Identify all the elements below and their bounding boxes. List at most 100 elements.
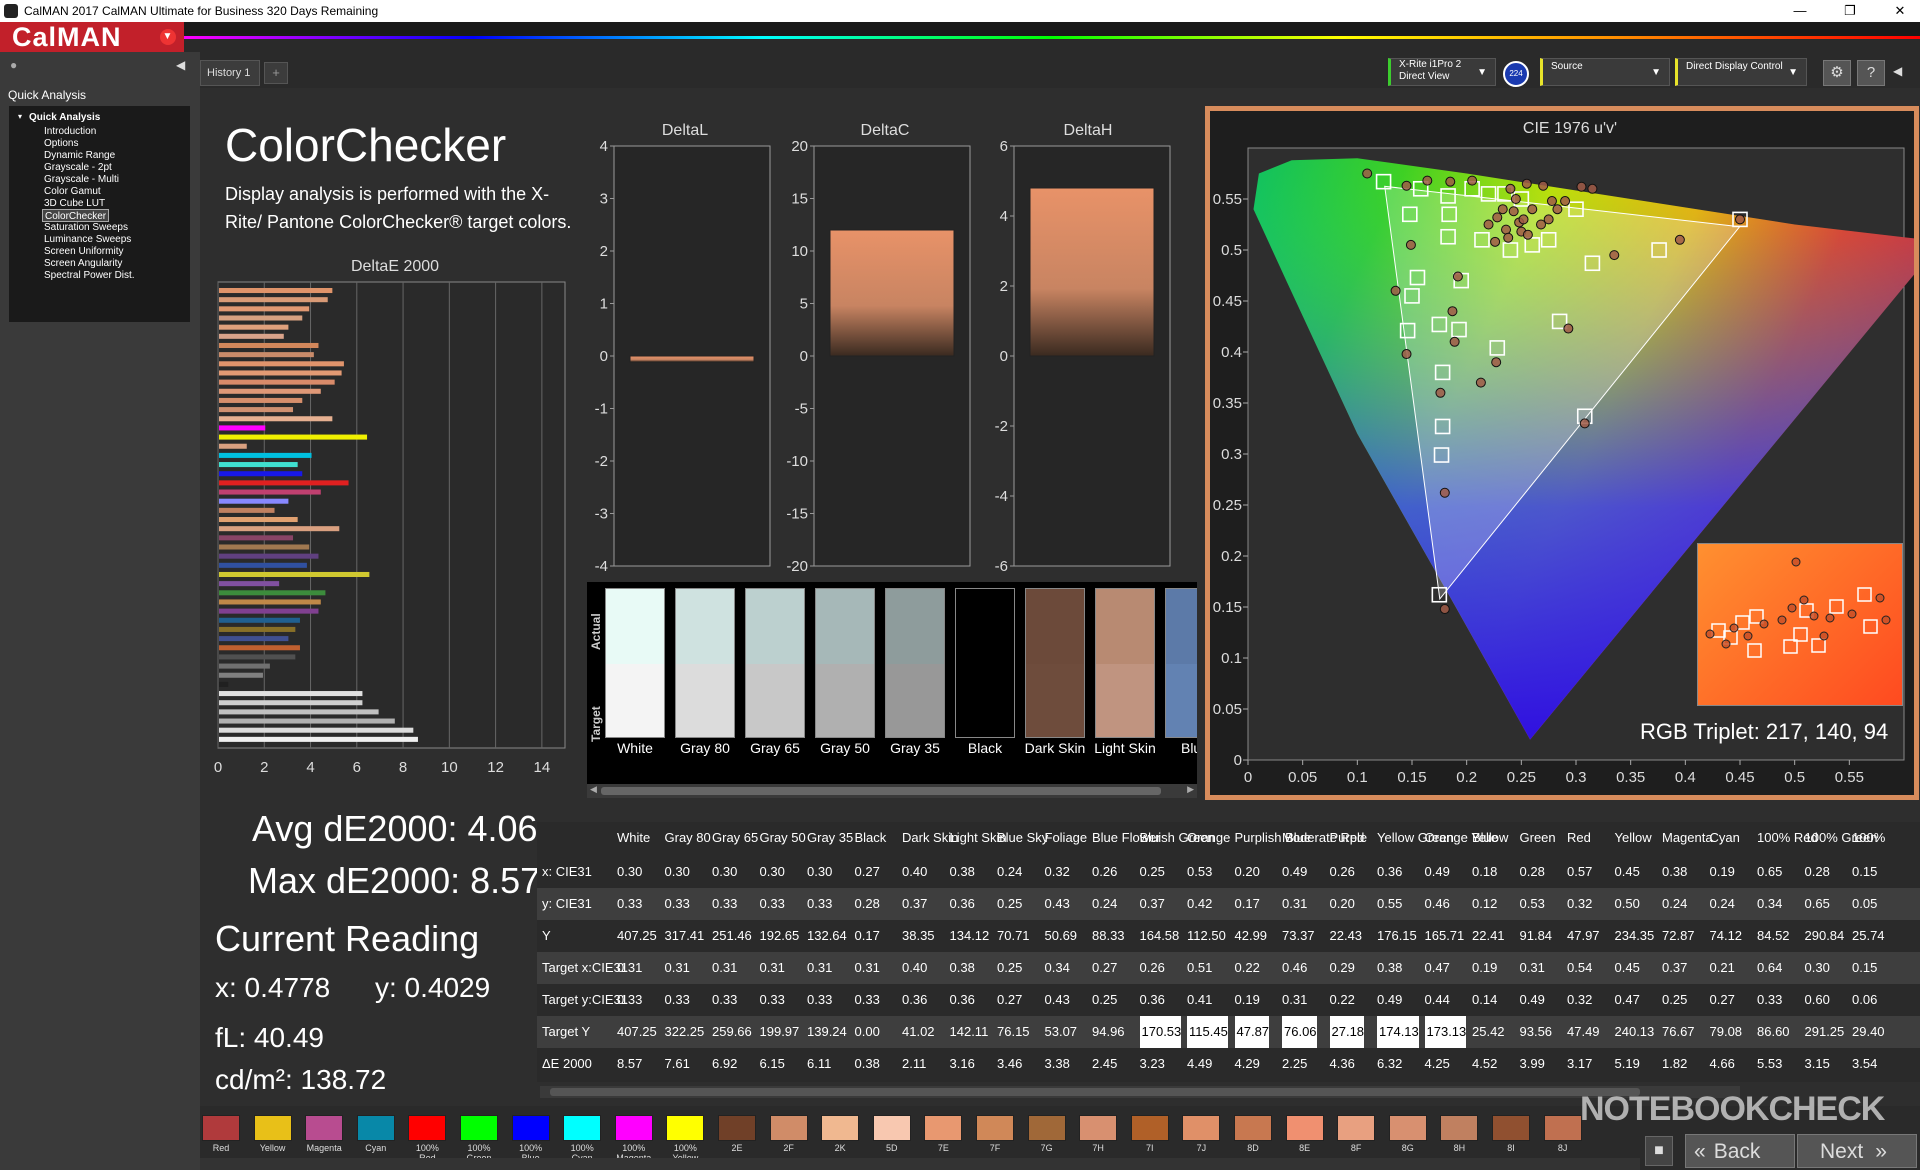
swatch-button[interactable]: 2E xyxy=(716,1112,758,1158)
zoom-target-marker xyxy=(1783,639,1798,654)
table-cell: 0.27 xyxy=(997,992,1023,1007)
scroll-right-icon[interactable]: ▶ xyxy=(1187,784,1194,795)
swatch-button[interactable]: 8J xyxy=(1542,1112,1584,1158)
deltaC_chart-tick-label: 0 xyxy=(800,348,808,365)
swatch-button[interactable]: 7E xyxy=(922,1112,964,1158)
close-icon[interactable]: ✕ xyxy=(1880,0,1920,22)
sidebar-item[interactable]: Spectral Power Dist. xyxy=(42,269,137,282)
settings-button[interactable]: ⚙ xyxy=(1823,60,1851,86)
grid-column-header[interactable]: Orange xyxy=(1187,830,1230,845)
grid-scroll-thumb[interactable] xyxy=(550,1088,1640,1096)
swatch-button[interactable]: 7J xyxy=(1180,1112,1222,1158)
swatch-button[interactable]: 100% Magenta xyxy=(613,1112,655,1163)
zoom-target-marker xyxy=(1863,619,1878,634)
swatch-button[interactable]: 8E xyxy=(1284,1112,1326,1158)
tree-expand-icon[interactable]: ▾ xyxy=(18,112,22,121)
next-button[interactable]: Next » xyxy=(1797,1134,1917,1168)
swatch-button[interactable]: 100% Yellow xyxy=(664,1112,706,1163)
swatch-button[interactable]: 100% Blue xyxy=(510,1112,552,1163)
cie-x-tick-label: 0.05 xyxy=(1288,769,1317,786)
measured-marker xyxy=(1401,180,1412,191)
table-cell: 0.15 xyxy=(1852,960,1878,975)
swatch-button[interactable]: 5D xyxy=(871,1112,913,1158)
source-selector[interactable]: Source ▼ xyxy=(1540,58,1670,86)
measured-marker xyxy=(1439,487,1450,498)
collapse-sidebar-icon[interactable]: ◀ xyxy=(176,58,185,72)
grid-column-header[interactable]: Purple xyxy=(1330,830,1368,845)
patch-column xyxy=(955,588,1015,738)
swatch-button[interactable]: Yellow xyxy=(252,1112,294,1158)
table-cell: 41.02 xyxy=(902,1024,935,1039)
zoom-target-marker xyxy=(1793,627,1808,642)
swatch-button[interactable]: 100% Green xyxy=(458,1112,500,1163)
meter-selector[interactable]: X-Rite i1Pro 2 Direct View ▼ xyxy=(1388,58,1496,86)
grid-scrollbar[interactable] xyxy=(540,1086,1740,1098)
zoom-target-marker xyxy=(1829,599,1844,614)
patch-target xyxy=(1096,664,1154,737)
measured-marker xyxy=(1563,323,1574,334)
grid-column-header[interactable]: Blue xyxy=(1472,830,1498,845)
scroll-thumb[interactable] xyxy=(601,787,1161,795)
help-button[interactable]: ? xyxy=(1857,60,1885,86)
swatch-button[interactable]: 8I xyxy=(1490,1112,1532,1158)
grid-column-header[interactable]: 100% xyxy=(1852,830,1885,845)
grid-column-header[interactable]: Yellow xyxy=(1615,830,1652,845)
table-cell: 0.24 xyxy=(1092,896,1118,911)
stop-button[interactable]: ■ xyxy=(1645,1136,1673,1166)
deltae-bar xyxy=(219,535,294,541)
swatch-button[interactable]: 2K xyxy=(819,1112,861,1158)
swatch-button[interactable]: 7H xyxy=(1077,1112,1119,1158)
swatch-button[interactable]: 7F xyxy=(974,1112,1016,1158)
brand-menu-icon[interactable]: ▼ xyxy=(160,29,176,45)
grid-column-header[interactable]: Black xyxy=(855,830,887,845)
grid-column-header[interactable]: Red xyxy=(1567,830,1591,845)
grid-column-header[interactable]: Green xyxy=(1520,830,1556,845)
scroll-left-icon[interactable]: ◀ xyxy=(590,784,597,795)
grid-column-header[interactable]: Gray 65 xyxy=(712,830,758,845)
swatch-chip xyxy=(1027,1115,1066,1141)
display-selector[interactable]: Direct Display Control ▼ xyxy=(1675,58,1807,86)
patch-actual xyxy=(606,589,664,664)
swatch-chip xyxy=(872,1115,911,1141)
back-button[interactable]: « Back xyxy=(1685,1134,1795,1168)
swatch-button[interactable]: 2F xyxy=(768,1112,810,1158)
tree-root[interactable]: Quick Analysis xyxy=(29,112,100,123)
grid-column-header[interactable]: Blue Sky xyxy=(997,830,1048,845)
swatch-scrollbar[interactable] xyxy=(200,1158,1640,1170)
swatch-button[interactable]: Red xyxy=(200,1112,242,1158)
minimize-icon[interactable]: — xyxy=(1780,0,1820,22)
meter-badge[interactable]: 224 xyxy=(1503,61,1529,87)
table-cell: 0.31 xyxy=(759,960,785,975)
add-tab-button[interactable]: + xyxy=(264,62,288,84)
swatch-button[interactable]: 7I xyxy=(1129,1112,1171,1158)
table-cell: 0.22 xyxy=(1234,960,1260,975)
deltae-bar xyxy=(219,342,319,348)
swatch-button[interactable]: 100% Cyan xyxy=(561,1112,603,1163)
grid-column-header[interactable]: Foliage xyxy=(1045,830,1088,845)
table-cell: 0.30 xyxy=(664,864,690,879)
swatch-button[interactable]: Cyan xyxy=(355,1112,397,1158)
swatch-button[interactable]: 8G xyxy=(1387,1112,1429,1158)
swatch-button[interactable]: 8F xyxy=(1335,1112,1377,1158)
grid-column-header[interactable]: Gray 35 xyxy=(807,830,853,845)
grid-column-header[interactable]: Gray 50 xyxy=(760,830,806,845)
patch-scrollbar[interactable]: ◀ ▶ xyxy=(587,784,1197,798)
swatch-button[interactable]: Magenta xyxy=(303,1112,345,1158)
pin-icon[interactable]: ● xyxy=(10,58,17,72)
tab-history-1[interactable]: History 1 xyxy=(200,60,260,86)
swatch-button[interactable]: 7G xyxy=(1026,1112,1068,1158)
maximize-icon[interactable]: ❐ xyxy=(1830,0,1870,22)
swatch-button[interactable]: 100% Red xyxy=(406,1112,448,1163)
grid-column-header[interactable]: White xyxy=(617,830,650,845)
deltae-bar xyxy=(219,434,368,440)
grid-column-header[interactable]: Cyan xyxy=(1710,830,1740,845)
table-cell: 0.18 xyxy=(1472,864,1498,879)
grid-column-header[interactable]: Gray 80 xyxy=(665,830,711,845)
deltaL_chart-tick-label: 0 xyxy=(600,348,608,365)
swatch-button[interactable]: 8H xyxy=(1438,1112,1480,1158)
brand-logo[interactable]: CalMAN ▼ xyxy=(0,22,184,52)
swatch-button[interactable]: 8D xyxy=(1232,1112,1274,1158)
collapse-right-icon[interactable]: ◀ xyxy=(1893,64,1902,78)
grid-column-header[interactable]: Magenta xyxy=(1662,830,1713,845)
table-cell: 322.25 xyxy=(664,1024,705,1039)
